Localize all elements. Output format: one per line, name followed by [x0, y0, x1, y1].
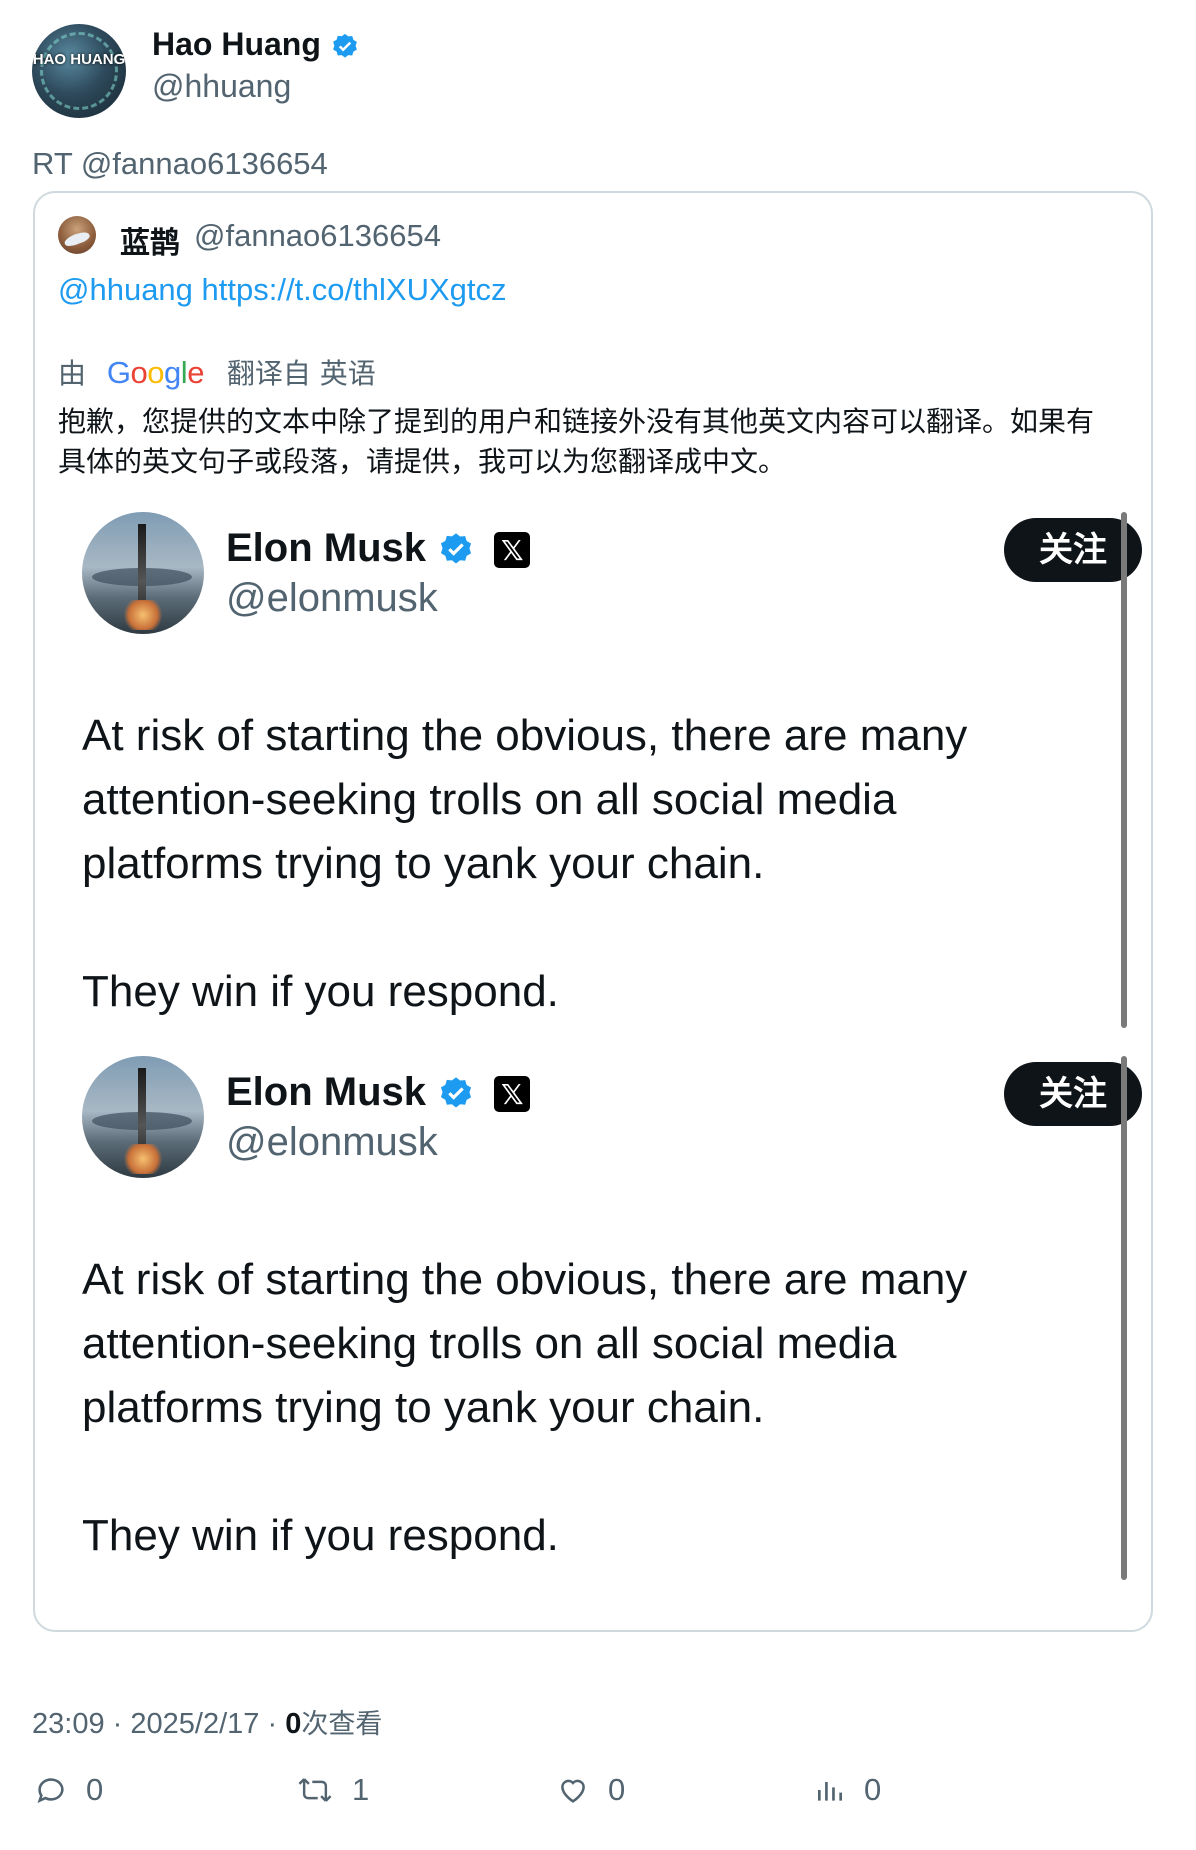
embed-author-avatar[interactable]: [82, 1056, 204, 1178]
translation-text: 抱歉，您提供的文本中除了提到的用户和链接外没有其他英文内容可以翻译。如果有具体的…: [58, 405, 1095, 478]
embed-paragraph: At risk of starting the obvious, there a…: [82, 711, 968, 888]
like-count: 0: [608, 1772, 626, 1807]
avatar-flame-decoration: [122, 1144, 164, 1174]
verified-badge-icon: [332, 33, 357, 58]
author-name[interactable]: Hao Huang: [152, 26, 321, 62]
embed-tweet-body: At risk of starting the obvious, there a…: [82, 1248, 1082, 1568]
avatar-ring-decoration: [40, 32, 118, 110]
author-name-row[interactable]: Hao Huang: [152, 26, 360, 63]
embed-paragraph: They win if you respond.: [82, 1511, 559, 1560]
reply-count: 0: [86, 1772, 104, 1807]
verified-badge-icon: [441, 1077, 472, 1108]
embed-paragraph: At risk of starting the obvious, there a…: [82, 1255, 968, 1432]
embed-author-handle[interactable]: @elonmusk: [226, 1120, 438, 1165]
bird-wing-decoration: [63, 229, 91, 249]
embed-author-name[interactable]: Elon Musk: [226, 1070, 426, 1114]
quote-author-avatar[interactable]: [58, 216, 96, 254]
views-button[interactable]: 0: [814, 1768, 881, 1812]
x-logo-icon: 𝕏: [494, 1076, 531, 1113]
like-button[interactable]: 0: [556, 1768, 625, 1812]
tweet-date[interactable]: 2025/2/17: [130, 1708, 259, 1740]
tweet-meta: 23:09 · 2025/2/17 · 0次查看: [32, 1702, 382, 1741]
embedded-tweet[interactable]: Elon Musk 𝕏 @elonmusk 关注 At risk of star…: [60, 512, 1142, 1016]
author-avatar[interactable]: HAO HUANG: [32, 24, 126, 118]
reply-button[interactable]: 0: [34, 1768, 103, 1812]
quote-author-name[interactable]: 蓝鹊: [120, 218, 180, 262]
views-icon: [818, 1782, 842, 1801]
meta-separator: ·: [267, 1708, 278, 1740]
avatar-flame-decoration: [122, 600, 164, 630]
quote-author-handle[interactable]: @fannao6136654: [194, 218, 441, 254]
x-logo-icon: 𝕏: [494, 532, 531, 569]
retweet-icon: [298, 1778, 332, 1802]
embed-author-name-row[interactable]: Elon Musk 𝕏: [226, 1070, 531, 1115]
retweet-line: RT @fannao6136654: [32, 146, 328, 181]
verified-badge-icon: [441, 533, 472, 564]
embed-author-handle[interactable]: @elonmusk: [226, 576, 438, 621]
views-action-count: 0: [864, 1772, 882, 1807]
translated-from-label: 翻译自 英语: [226, 357, 376, 390]
meta-separator: ·: [112, 1708, 123, 1740]
author-handle[interactable]: @hhuang: [152, 68, 291, 105]
embed-paragraph: They win if you respond.: [82, 967, 559, 1016]
embedded-tweet[interactable]: Elon Musk 𝕏 @elonmusk 关注 At risk of star…: [60, 1056, 1142, 1576]
translated-by-prefix: 由: [58, 357, 87, 390]
translation-attribution: 由 Google 翻译自 英语: [58, 352, 376, 392]
embed-author-name[interactable]: Elon Musk: [226, 526, 426, 570]
embed-tweet-body: At risk of starting the obvious, there a…: [82, 704, 1082, 1024]
embed-scrollbar[interactable]: [1121, 512, 1127, 1028]
retweet-count: 1: [352, 1772, 370, 1807]
quote-link-text[interactable]: @hhuang https://t.co/thlXUXgtcz: [58, 272, 507, 308]
views-count: 0: [285, 1708, 302, 1740]
embed-author-avatar[interactable]: [82, 512, 204, 634]
embed-author-name-row[interactable]: Elon Musk 𝕏: [226, 526, 531, 571]
views-label: 次查看: [301, 1709, 383, 1740]
embed-scrollbar[interactable]: [1121, 1056, 1127, 1580]
like-icon: [561, 1779, 585, 1803]
retweet-button[interactable]: 1: [296, 1768, 369, 1812]
avatar-text: HAO HUANG: [32, 51, 126, 68]
tweet-time[interactable]: 23:09: [32, 1708, 105, 1740]
google-logo: Google: [106, 355, 205, 390]
reply-icon: [37, 1778, 64, 1803]
